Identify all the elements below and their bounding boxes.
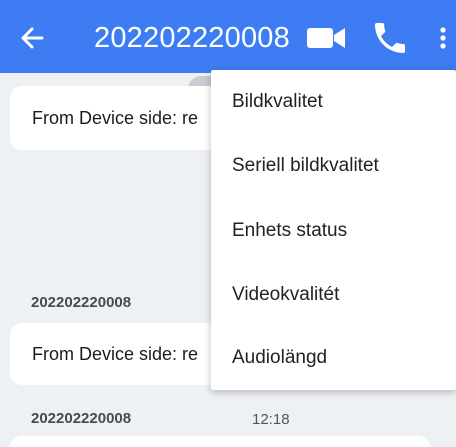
overflow-menu: Bildkvalitet Seriell bildkvalitet Enhets… xyxy=(211,70,456,390)
chat-screen: 202202220008 From Device side: re 202202… xyxy=(0,0,456,447)
message-sender: 202202220008 xyxy=(31,410,132,427)
menu-item-enhets-status[interactable]: Enhets status xyxy=(232,219,347,243)
phone-icon xyxy=(375,23,405,53)
menu-item-audiolangd[interactable]: Audiolängd xyxy=(232,346,327,370)
message-bubble[interactable] xyxy=(10,436,430,447)
message-time: 12:18 xyxy=(252,411,290,428)
menu-item-seriell-bildkvalitet[interactable]: Seriell bildkvalitet xyxy=(232,154,379,178)
page-title: 202202220008 xyxy=(94,22,290,54)
more-vertical-icon xyxy=(440,27,446,49)
message-sender: 202202220008 xyxy=(31,294,132,311)
message-text: From Device side: re xyxy=(32,344,199,364)
more-options-button[interactable] xyxy=(433,20,453,56)
video-camera-icon xyxy=(307,28,345,48)
arrow-left-icon xyxy=(21,27,44,49)
back-button[interactable] xyxy=(12,18,52,58)
app-bar: 202202220008 xyxy=(0,0,456,73)
message-text: From Device side: re xyxy=(32,108,199,128)
menu-item-videokvalitet[interactable]: Videokvalitét xyxy=(232,283,339,307)
voice-call-button[interactable] xyxy=(370,18,410,58)
video-call-button[interactable] xyxy=(303,20,349,56)
menu-item-bildkvalitet[interactable]: Bildkvalitet xyxy=(232,90,323,114)
